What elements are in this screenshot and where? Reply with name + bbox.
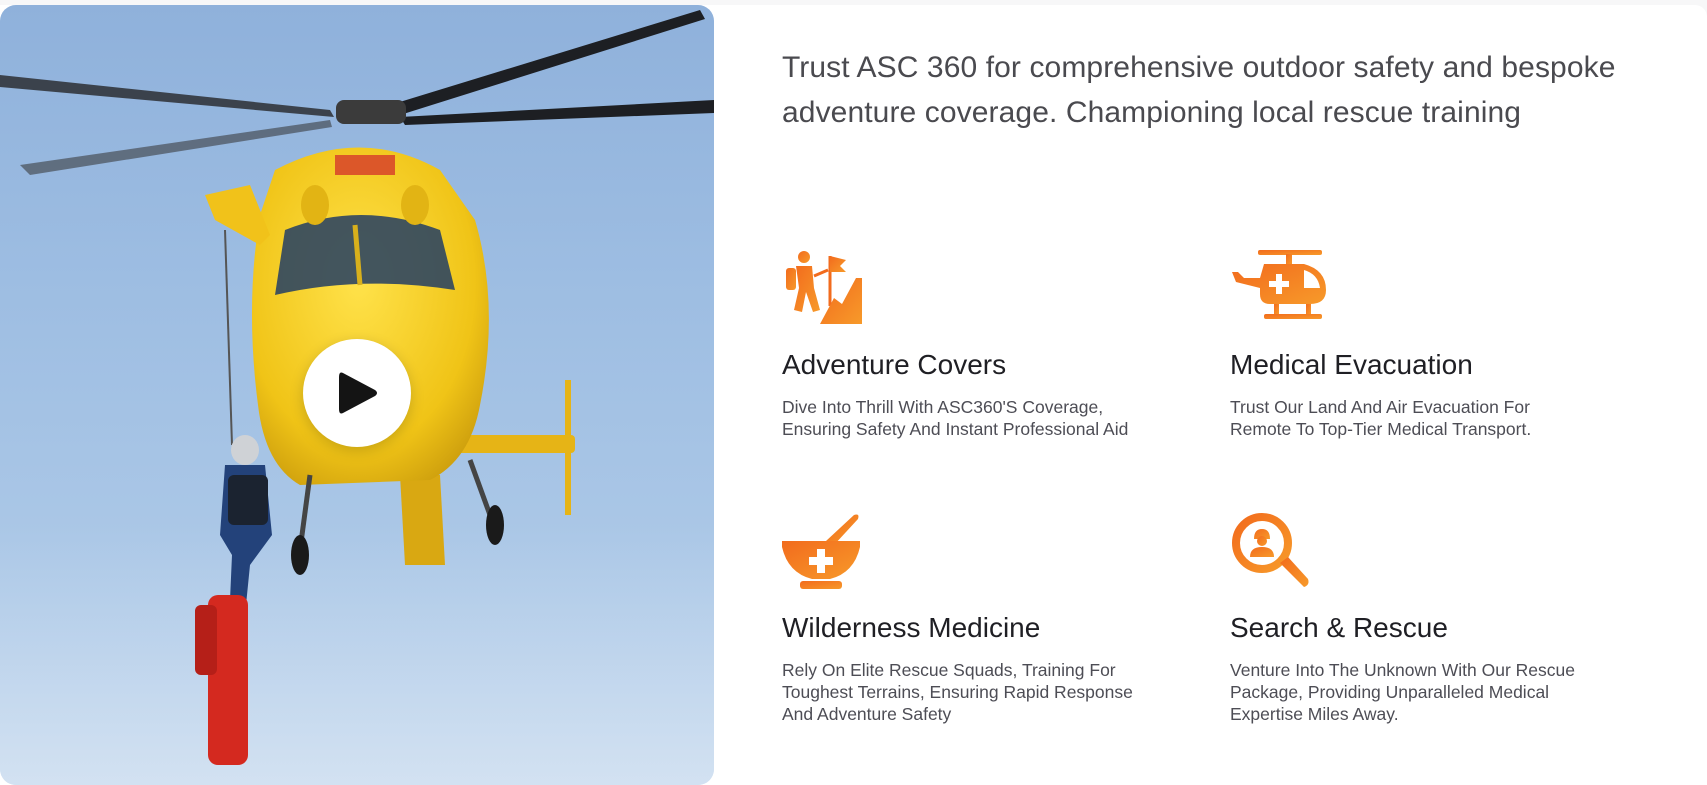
feature-wilderness-medicine: Wilderness Medicine Rely On Elite Rescue…	[782, 511, 1202, 725]
description-line: Rely On Elite Rescue Squads, Training Fo…	[782, 660, 1116, 680]
play-icon	[339, 372, 377, 414]
description-line: Trust Our Land And Air Evacuation For	[1230, 397, 1530, 417]
feature-title: Search & Rescue	[1230, 612, 1448, 643]
search-rescuer-icon	[1232, 513, 1309, 587]
feature-title: Medical Evacuation	[1230, 349, 1473, 380]
description-line: Expertise Miles Away.	[1230, 704, 1399, 724]
feature-title: Adventure Covers	[782, 349, 1007, 380]
play-button[interactable]	[303, 339, 411, 447]
description-line: Ensuring Safety And Instant Professional…	[782, 419, 1129, 439]
video-thumbnail[interactable]	[0, 5, 714, 785]
feature-description: Trust Our Land And Air Evacuation For Re…	[1230, 396, 1650, 440]
feature-title: Wilderness Medicine	[782, 612, 1041, 643]
description-line: Remote To Top-Tier Medical Transport.	[1230, 419, 1532, 439]
feature-description: Dive Into Thrill With ASC360'S Coverage,…	[782, 396, 1202, 440]
features-section: Trust ASC 360 for comprehensive outdoor …	[782, 5, 1662, 785]
medical-helicopter-icon	[1232, 250, 1326, 319]
hiker-flag-icon	[786, 251, 862, 324]
description-line: Dive Into Thrill With ASC360'S Coverage,	[782, 397, 1104, 417]
mortar-pestle-cross-icon	[782, 514, 860, 589]
section-headline: Trust ASC 360 for comprehensive outdoor …	[782, 51, 1616, 129]
description-line: Toughest Terrains, Ensuring Rapid Respon…	[782, 682, 1133, 702]
description-line: Venture Into The Unknown With Our Rescue	[1230, 660, 1575, 680]
feature-description: Rely On Elite Rescue Squads, Training Fo…	[782, 659, 1202, 725]
description-line: Package, Providing Unparalleled Medical	[1230, 682, 1550, 702]
description-line: And Adventure Safety	[782, 704, 952, 724]
feature-description: Venture Into The Unknown With Our Rescue…	[1230, 659, 1650, 725]
feature-medical-evacuation: Medical Evacuation Trust Our Land And Ai…	[1230, 248, 1650, 440]
feature-search-rescue: Search & Rescue Venture Into The Unknown…	[1230, 511, 1650, 725]
feature-adventure-covers: Adventure Covers Dive Into Thrill With A…	[782, 248, 1202, 440]
